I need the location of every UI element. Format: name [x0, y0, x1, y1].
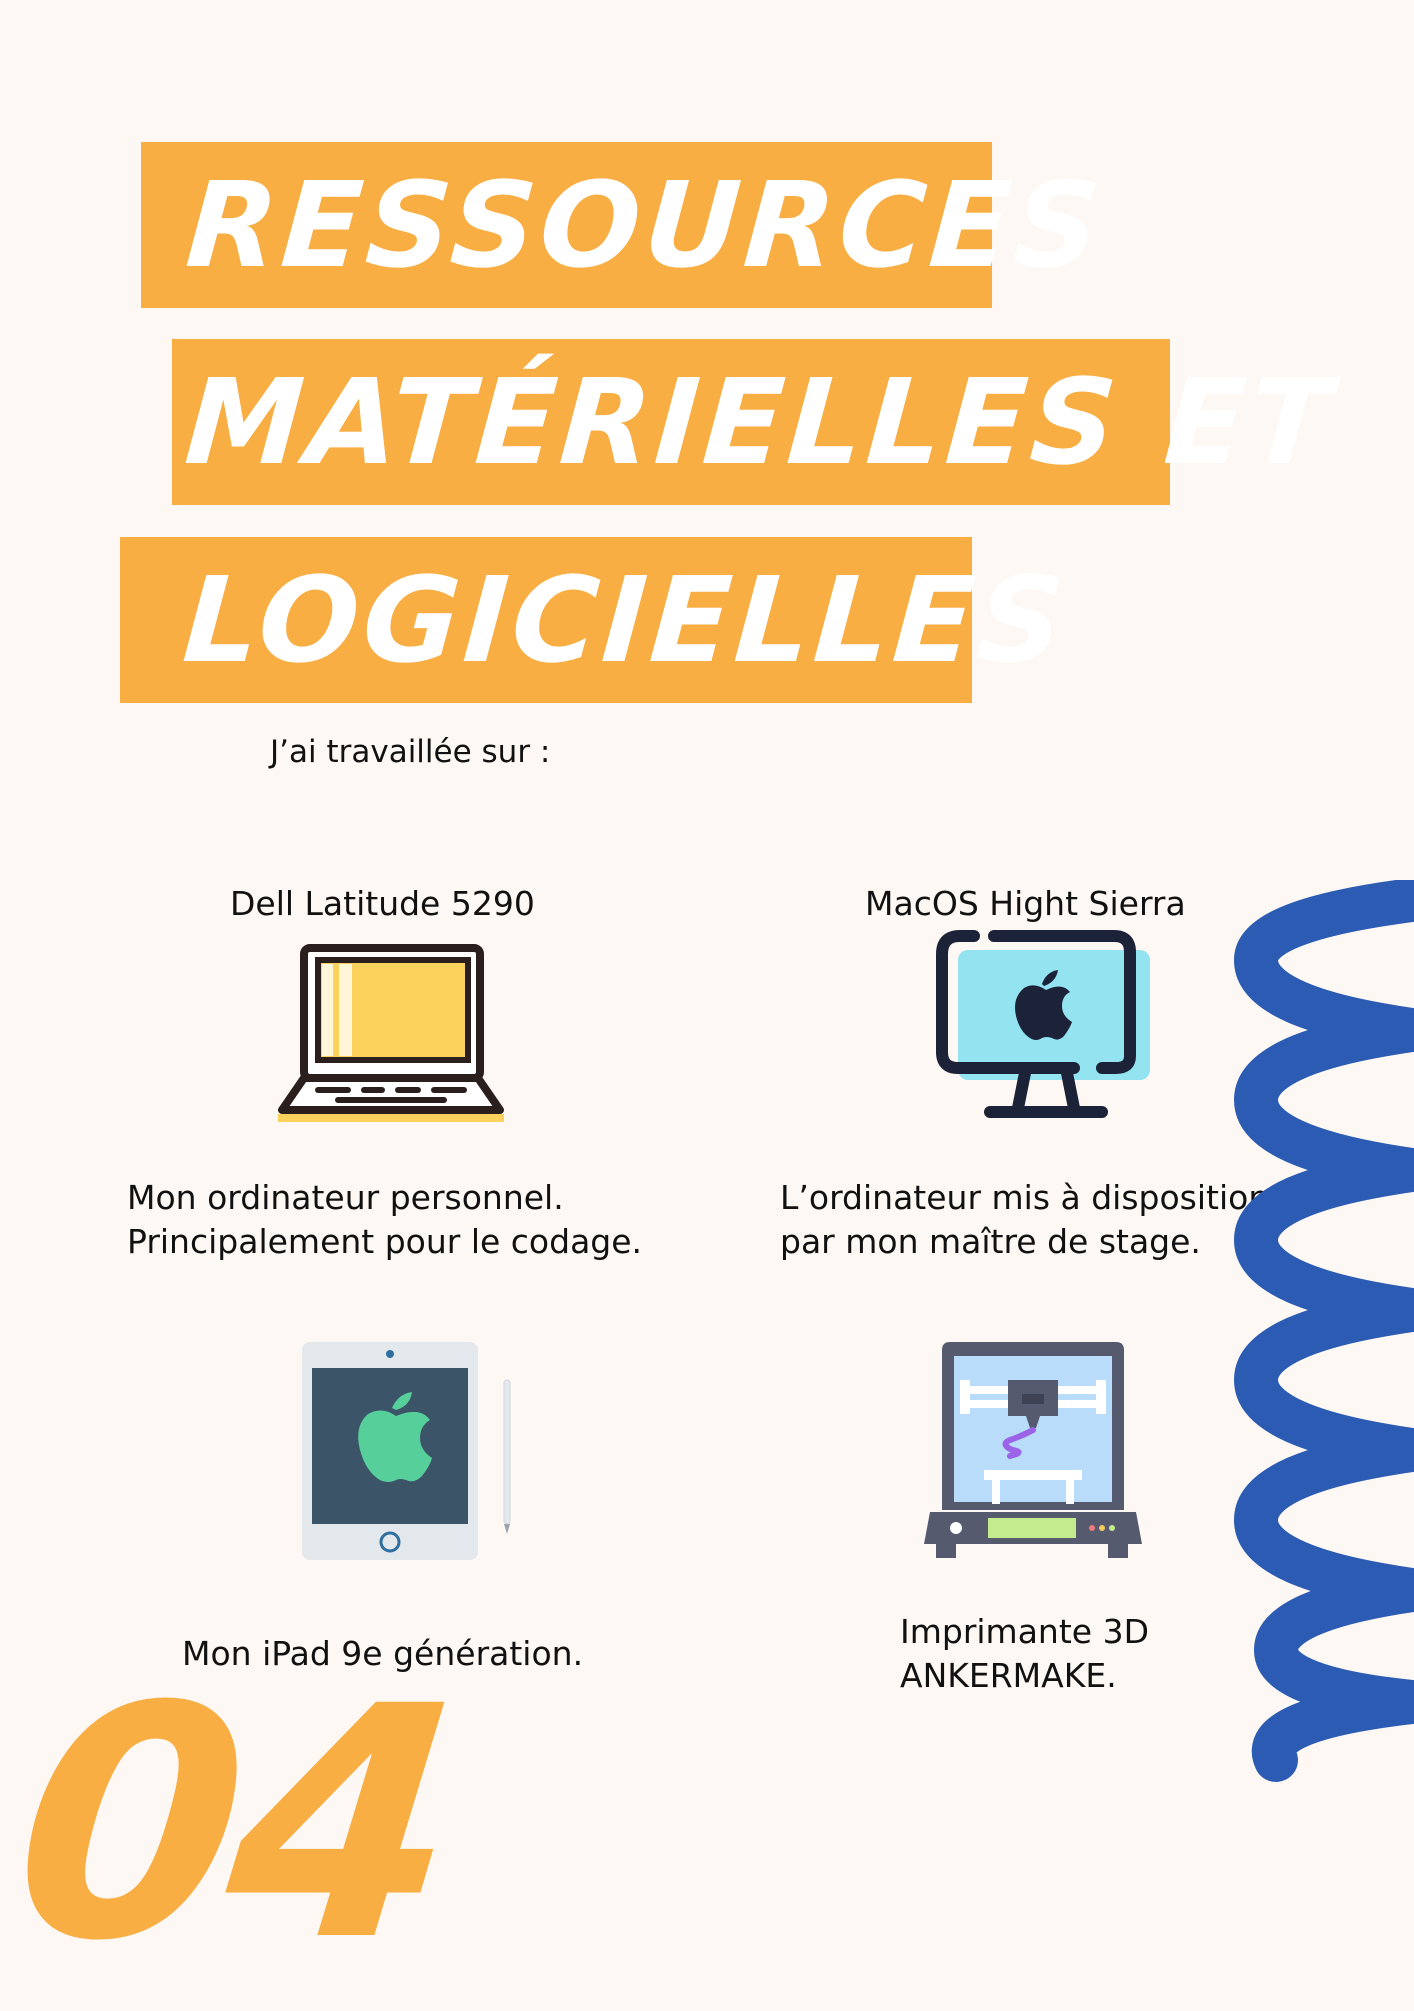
title-line-1: RESSOURCES: [182, 156, 1109, 294]
item-description-printer: Imprimante 3D ANKERMAKE.: [900, 1610, 1149, 1698]
item-description-dell: Mon ordinateur personnel. Principalement…: [127, 1176, 642, 1264]
description-line: Principalement pour le codage.: [127, 1222, 643, 1261]
title-bar-1: RESSOURCES: [141, 142, 1108, 308]
page-number: 04: [0, 1639, 465, 2011]
ipad-icon: [302, 1342, 511, 1560]
imac-icon: [936, 930, 1150, 1118]
description-line: Mon ordinateur personnel.: [127, 1178, 564, 1217]
3d-printer-icon: [924, 1342, 1142, 1558]
intro-text: J’ai travaillée sur :: [270, 734, 551, 770]
title-bar-2: MATÉRIELLES ET: [172, 339, 1339, 505]
decorative-squiggle: [1234, 880, 1414, 1782]
description-line: par mon maître de stage.: [780, 1222, 1201, 1261]
item-description-mac: L’ordinateur mis à disposition par mon m…: [780, 1176, 1269, 1264]
title-bar-3: LOGICIELLES: [120, 537, 1072, 703]
laptop-icon: [278, 944, 504, 1122]
item-label-mac: MacOS Hight Sierra: [865, 884, 1186, 923]
item-label-dell: Dell Latitude 5290: [230, 884, 535, 923]
title-line-3: LOGICIELLES: [179, 551, 1072, 689]
description-line: Imprimante 3D: [900, 1612, 1149, 1651]
title-line-2: MATÉRIELLES ET: [181, 353, 1339, 491]
description-line: L’ordinateur mis à disposition: [780, 1178, 1270, 1217]
description-line: ANKERMAKE.: [900, 1656, 1117, 1695]
